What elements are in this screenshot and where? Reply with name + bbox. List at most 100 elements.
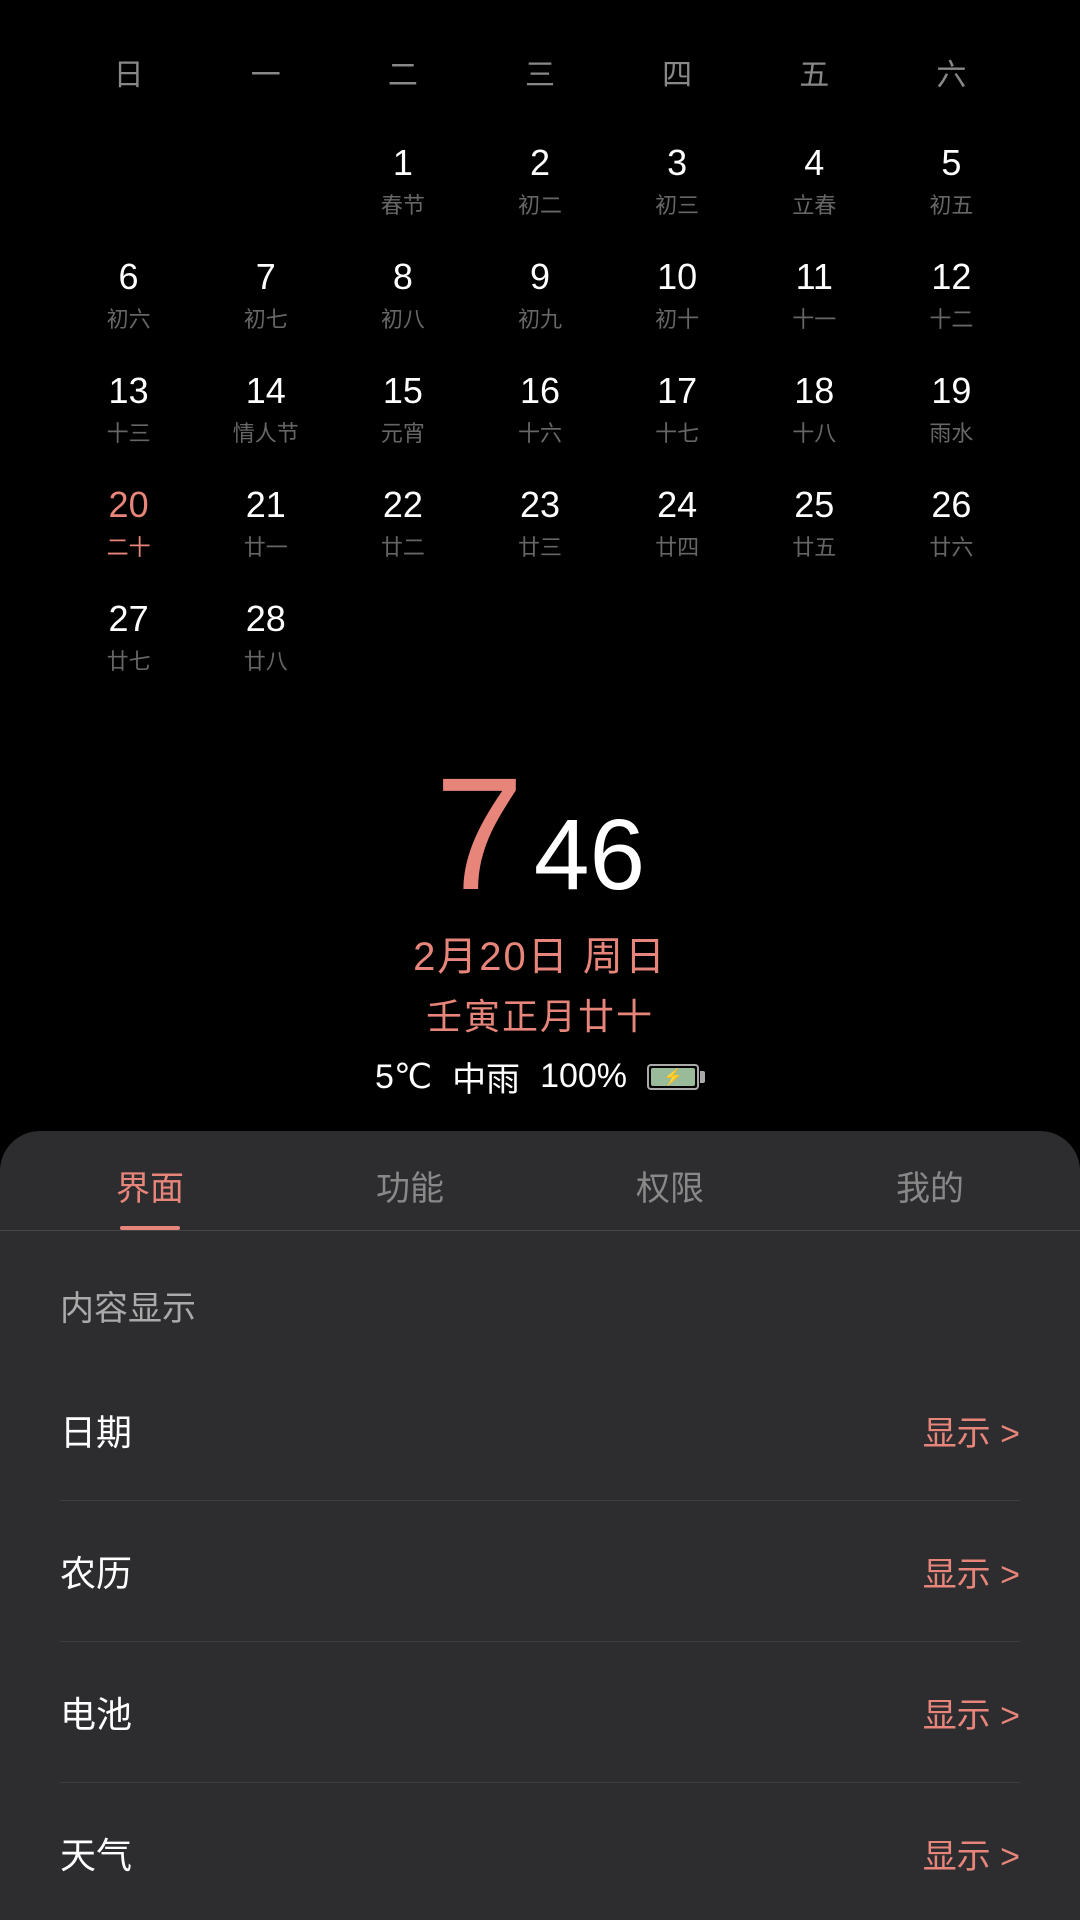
lunar-day: 初五	[929, 188, 973, 220]
day-number: 19	[931, 370, 971, 412]
calendar-day[interactable]: 24廿四	[609, 466, 746, 580]
lunar-day: 初二	[518, 188, 562, 220]
day-number: 9	[530, 256, 550, 298]
tab-mine[interactable]: 我的	[800, 1131, 1060, 1230]
lunar-day: 廿六	[929, 530, 973, 562]
day-number: 27	[109, 598, 149, 640]
battery-percent: 100%	[540, 1057, 627, 1096]
day-number: 16	[520, 370, 560, 412]
calendar-day[interactable]: 27 廿七	[60, 580, 197, 694]
weekday-header: 四	[609, 40, 746, 104]
tab-function[interactable]: 功能	[280, 1131, 540, 1230]
calendar-day[interactable]: 10初十	[609, 238, 746, 352]
settings-item[interactable]: 天气 显示 >	[60, 1783, 1020, 1920]
calendar-day[interactable]: 1春节	[334, 124, 471, 238]
lunar-day: 廿七	[107, 644, 151, 676]
day-number: 6	[119, 256, 139, 298]
day-number: 12	[931, 256, 971, 298]
lunar-day: 廿一	[244, 530, 288, 562]
weekday-header: 日	[60, 40, 197, 104]
calendar-day[interactable]: 28 廿八	[197, 580, 334, 694]
calendar-day[interactable]: 5 初五	[883, 124, 1020, 238]
calendar-day[interactable]: 23廿三	[471, 466, 608, 580]
lunar-day: 雨水	[929, 416, 973, 448]
tab-interface[interactable]: 界面	[20, 1131, 280, 1230]
calendar-day[interactable]: 6初六	[60, 238, 197, 352]
calendar-day[interactable]: 7初七	[197, 238, 334, 352]
day-number: 25	[794, 484, 834, 526]
calendar-header: 日一二三四五六	[60, 40, 1020, 104]
calendar-day[interactable]: 11 十一	[746, 238, 883, 352]
lunar-day: 十一	[792, 302, 836, 334]
day-number: 5	[941, 142, 961, 184]
settings-item-label: 电池	[60, 1686, 132, 1738]
calendar-day[interactable]: 21 廿一	[197, 466, 334, 580]
calendar-section: 日一二三四五六 1春节2初二3初三4立春5初五6初六7初七8初八9初九10初十1…	[0, 0, 1080, 714]
day-number: 1	[393, 142, 413, 184]
weekday-header: 二	[334, 40, 471, 104]
day-number: 7	[256, 256, 276, 298]
calendar-day[interactable]: 8 初八	[334, 238, 471, 352]
day-number: 20	[109, 484, 149, 526]
day-number: 8	[393, 256, 413, 298]
day-number: 23	[520, 484, 560, 526]
battery-icon: ⚡	[647, 1064, 705, 1090]
calendar-day[interactable]: 9初九	[471, 238, 608, 352]
calendar-day[interactable]: 19 雨水	[883, 352, 1020, 466]
calendar-day[interactable]: 22廿二	[334, 466, 471, 580]
lunar-day: 二十	[107, 530, 151, 562]
tab-function-label: 功能	[376, 1161, 444, 1210]
date-line: 2月20日 周日	[413, 924, 667, 982]
calendar-day[interactable]: 20 二十	[60, 466, 197, 580]
calendar-day[interactable]: 16 十六	[471, 352, 608, 466]
day-number: 18	[794, 370, 834, 412]
day-number: 11	[796, 256, 833, 298]
calendar-day[interactable]: 13 十三	[60, 352, 197, 466]
lunar-day: 十八	[792, 416, 836, 448]
lunar-day: 十二	[929, 302, 973, 334]
calendar-day[interactable]: 18 十八	[746, 352, 883, 466]
settings-item[interactable]: 农历 显示 >	[60, 1501, 1020, 1642]
calendar-day[interactable]: 17十七	[609, 352, 746, 466]
tab-permissions[interactable]: 权限	[540, 1131, 800, 1230]
calendar-day[interactable]: 26廿六	[883, 466, 1020, 580]
calendar-grid: 1春节2初二3初三4立春5初五6初六7初七8初八9初九10初十11十一12十二1…	[60, 124, 1020, 694]
weather-line: 5℃ 中雨 100% ⚡	[375, 1052, 705, 1101]
bottom-panel: 界面 功能 权限 我的 内容显示 日期显示 >农历显示 >电池显示 >天气显示 …	[0, 1131, 1080, 1920]
section-title: 内容显示	[60, 1281, 1020, 1330]
weekday-header: 一	[197, 40, 334, 104]
day-number: 17	[657, 370, 697, 412]
lunar-day: 廿五	[792, 530, 836, 562]
calendar-day[interactable]: 4立春	[746, 124, 883, 238]
lunar-day: 十三	[107, 416, 151, 448]
settings-item-value: 显示 >	[923, 1829, 1020, 1878]
day-number: 13	[109, 370, 149, 412]
settings-list: 日期显示 >农历显示 >电池显示 >天气显示 >计步关闭 >	[60, 1360, 1020, 1920]
calendar-day[interactable]: 14情人节	[197, 352, 334, 466]
calendar-day[interactable]: 25 廿五	[746, 466, 883, 580]
day-number: 15	[383, 370, 423, 412]
calendar-day[interactable]: 3 初三	[609, 124, 746, 238]
day-number: 21	[246, 484, 286, 526]
calendar-day	[60, 124, 197, 238]
calendar-day[interactable]: 2初二	[471, 124, 608, 238]
lunar-day: 廿四	[655, 530, 699, 562]
settings-item-value: 显示 >	[923, 1547, 1020, 1596]
day-number: 10	[657, 256, 697, 298]
day-number: 14	[246, 370, 286, 412]
lunar-day: 初三	[655, 188, 699, 220]
tab-mine-label: 我的	[896, 1161, 964, 1210]
day-number: 28	[246, 598, 286, 640]
day-number: 3	[667, 142, 687, 184]
lunar-day: 廿二	[381, 530, 425, 562]
calendar-day[interactable]: 12 十二	[883, 238, 1020, 352]
lunar-day: 廿八	[244, 644, 288, 676]
settings-item[interactable]: 日期显示 >	[60, 1360, 1020, 1501]
time-hour: 7	[435, 754, 524, 914]
settings-item-label: 农历	[60, 1545, 132, 1597]
lunar-day: 初八	[381, 302, 425, 334]
lunar-day: 十六	[518, 416, 562, 448]
settings-item-label: 天气	[60, 1827, 132, 1879]
calendar-day[interactable]: 15元宵	[334, 352, 471, 466]
settings-item[interactable]: 电池显示 >	[60, 1642, 1020, 1783]
